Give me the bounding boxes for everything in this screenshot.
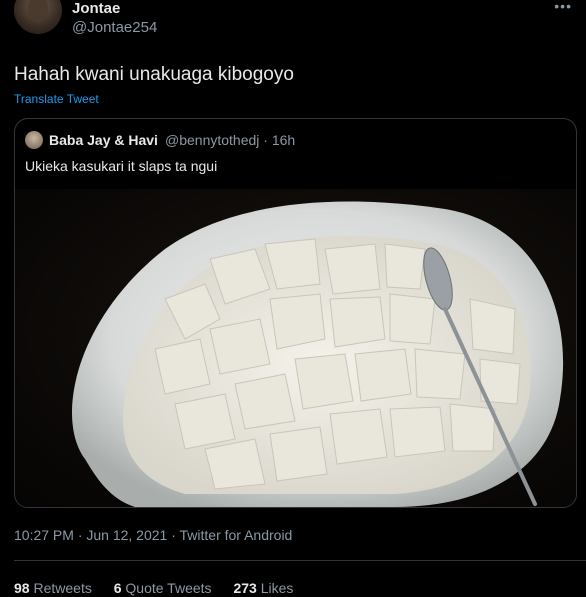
author-handle[interactable]: @Jontae254 <box>72 19 157 36</box>
bowl-of-food-image <box>71 201 564 507</box>
quote-tweets-stat[interactable]: 6 Quote Tweets <box>114 580 212 596</box>
more-icon[interactable]: ••• <box>554 0 572 14</box>
quoted-display-name: Baba Jay & Havi <box>49 132 158 148</box>
quoted-tweet-card[interactable]: Baba Jay & Havi @bennytothedj · 16h Ukie… <box>14 118 577 508</box>
quoted-handle-time: @bennytothedj · 16h <box>165 132 296 148</box>
quoted-photo[interactable] <box>15 189 576 507</box>
divider <box>14 560 586 561</box>
retweets-stat[interactable]: 98 Retweets <box>14 580 92 596</box>
author-avatar[interactable] <box>14 0 62 34</box>
quoted-avatar <box>25 131 43 149</box>
author-display-name[interactable]: Jontae <box>72 0 120 17</box>
translate-tweet-link[interactable]: Translate Tweet <box>14 92 99 106</box>
likes-stat[interactable]: 273 Likes <box>233 580 293 596</box>
tweet-timestamp[interactable]: 10:27 PM · Jun 12, 2021 · Twitter for An… <box>14 527 292 543</box>
tweet-text: Hahah kwani unakuaga kibogoyo <box>14 64 294 85</box>
engagement-stats: 98 Retweets 6 Quote Tweets 273 Likes <box>14 580 311 596</box>
quoted-text: Ukieka kasukari it slaps ta ngui <box>25 158 218 174</box>
